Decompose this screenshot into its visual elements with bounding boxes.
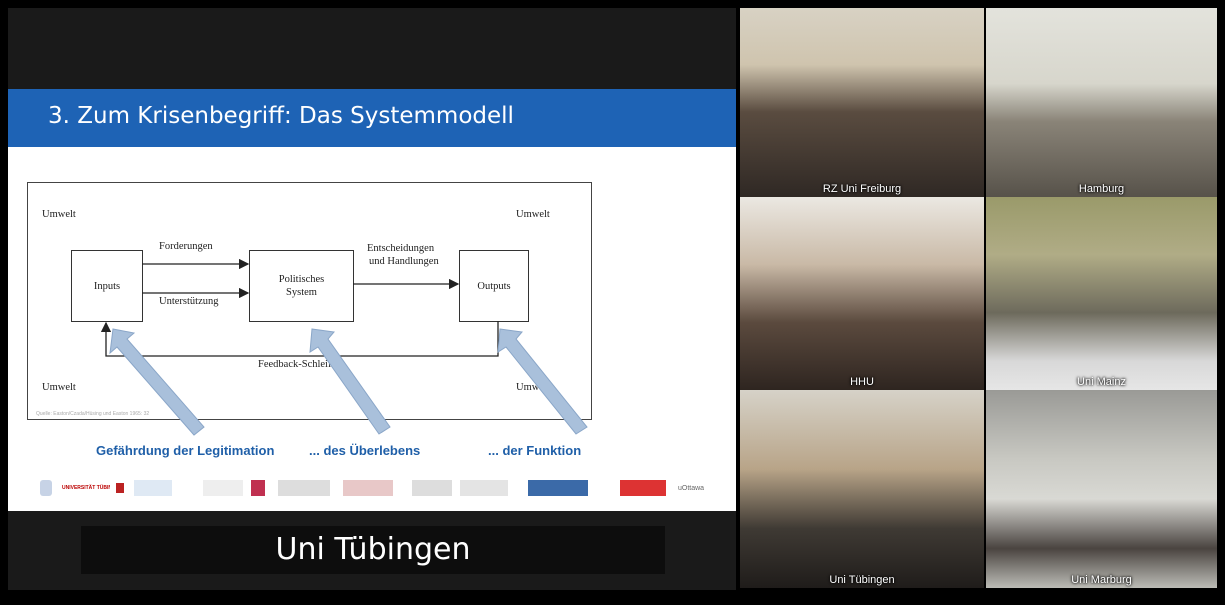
video-feed: [740, 390, 984, 588]
source-note: Quelle: Easton/Czada/Hüsing und Easton 1…: [36, 411, 150, 417]
partner-logo-7: [343, 480, 393, 496]
partner-logo-6: [278, 480, 330, 496]
forderungen-label: Forderungen: [159, 241, 213, 252]
presenter-name-label: Uni Tübingen: [275, 532, 471, 567]
political-system-box: Politisches System: [249, 250, 354, 322]
participant-tile-marburg[interactable]: Uni Marburg: [986, 390, 1217, 588]
video-feed: [986, 390, 1217, 588]
inputs-label: Inputs: [93, 280, 121, 292]
participant-tile-hhu[interactable]: HHU: [740, 197, 984, 390]
participant-label: Uni Marburg: [1071, 574, 1132, 586]
umwelt-label-bottom-right: Umwelt: [516, 382, 550, 393]
partner-logo-8: [412, 480, 452, 496]
caption-funktion: ... der Funktion: [488, 443, 582, 458]
partner-logo-9: [460, 480, 508, 496]
partner-logo-11: [620, 480, 666, 496]
partner-logo-strip: UNIVERSITÄT TÜBINGEN uOttawa: [28, 476, 728, 500]
caption-ueberleben: ... des Überlebens: [309, 443, 421, 458]
tuebingen-logo: UNIVERSITÄT TÜBINGEN: [62, 485, 110, 491]
video-feed: [740, 197, 984, 390]
video-feed: [740, 8, 984, 197]
participant-label: Hamburg: [1078, 183, 1125, 195]
partner-logo-2: [116, 483, 124, 493]
partner-logo-10: [528, 480, 588, 496]
video-feed: [986, 8, 1217, 197]
partner-logo-3: [134, 480, 172, 496]
participant-tile-mainz[interactable]: Uni Mainz: [986, 197, 1217, 390]
ottawa-logo: uOttawa: [678, 484, 705, 492]
entscheidungen-label-line1: Entscheidungen: [367, 243, 435, 254]
caption-legitimation: Gefährdung der Legitimation: [96, 443, 275, 458]
partner-logo-5: [251, 480, 265, 496]
system-label-line1: Politisches: [278, 274, 325, 285]
crest-icon: [40, 480, 52, 496]
partner-logo-4: [203, 480, 243, 496]
slide-header: 3. Zum Krisenbegriff: Das Systemmodell: [8, 89, 736, 147]
umwelt-label-top-left: Umwelt: [42, 209, 76, 220]
shared-slide: 3. Zum Krisenbegriff: Das Systemmodell U…: [8, 89, 736, 511]
umwelt-label-top-right: Umwelt: [516, 209, 550, 220]
participant-label: Uni Mainz: [1077, 376, 1126, 388]
feedback-label: Feedback-Schleife: [258, 359, 337, 370]
presenter-name-bar: Uni Tübingen: [81, 526, 665, 574]
outputs-box: Outputs: [459, 250, 529, 322]
system-label-line2: System: [286, 287, 317, 298]
outputs-label: Outputs: [477, 280, 511, 292]
participant-label: Uni Tübingen: [829, 574, 895, 586]
participant-tile-hamburg[interactable]: Hamburg: [986, 8, 1217, 197]
unterstuetzung-label: Unterstützung: [159, 296, 219, 307]
slide-title: 3. Zum Krisenbegriff: Das Systemmodell: [48, 103, 514, 129]
entscheidungen-label-line2: und Handlungen: [369, 256, 439, 267]
participant-tile-freiburg[interactable]: RZ Uni Freiburg: [740, 8, 984, 197]
participant-label: HHU: [850, 376, 874, 388]
presenter-video[interactable]: 3. Zum Krisenbegriff: Das Systemmodell U…: [8, 8, 736, 590]
participant-tile-tuebingen[interactable]: Uni Tübingen: [740, 390, 984, 588]
inputs-box: Inputs: [71, 250, 143, 322]
participant-label: RZ Uni Freiburg: [822, 183, 902, 195]
umwelt-label-bottom-left: Umwelt: [42, 382, 76, 393]
video-feed: [986, 197, 1217, 390]
